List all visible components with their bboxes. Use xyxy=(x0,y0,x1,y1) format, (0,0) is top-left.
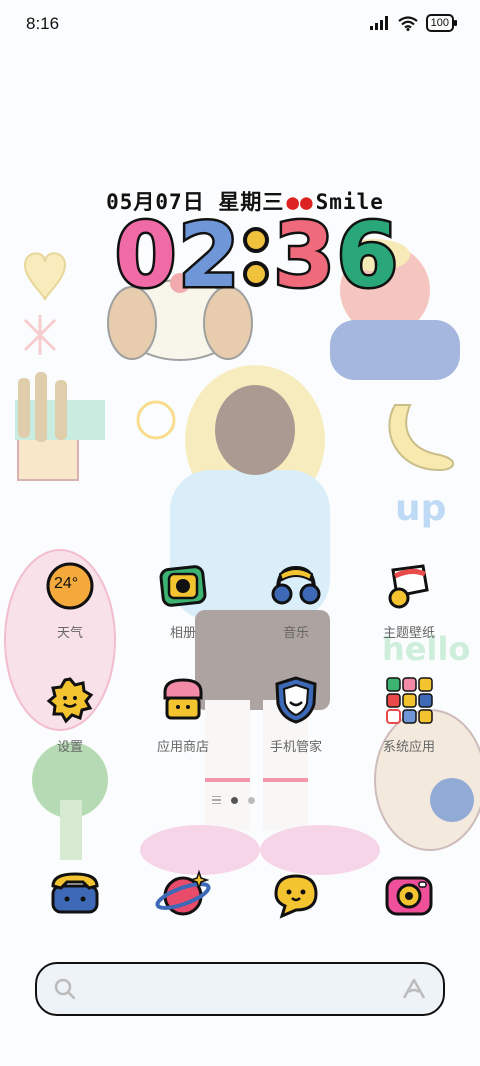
browser-icon xyxy=(155,866,211,922)
app-gallery[interactable]: 相册 xyxy=(128,560,238,641)
page-dot-active[interactable] xyxy=(231,796,238,804)
dock-phone[interactable] xyxy=(20,866,130,922)
dock-messages[interactable] xyxy=(241,866,351,922)
app-settings[interactable]: 设置 xyxy=(15,674,125,755)
gallery-icon xyxy=(157,560,209,612)
app-store[interactable]: 应用商店 xyxy=(128,674,238,755)
theme-icon xyxy=(383,560,435,612)
app-label: 天气 xyxy=(56,626,83,641)
dock-camera[interactable] xyxy=(354,866,464,922)
status-time: 8:16 xyxy=(26,14,60,33)
battery-indicator: 100 xyxy=(425,14,458,32)
page-indicator[interactable] xyxy=(212,796,255,804)
app-label: 相册 xyxy=(169,626,196,641)
settings-icon xyxy=(44,674,96,726)
app-folder-system[interactable]: 系统应用 xyxy=(354,674,464,755)
app-label: 应用商店 xyxy=(156,740,209,755)
app-store-icon xyxy=(157,674,209,726)
search-icon[interactable] xyxy=(53,977,77,1001)
app-label: 设置 xyxy=(56,740,83,755)
clock-colon xyxy=(243,226,270,287)
weather-temp: 24° xyxy=(54,575,79,592)
date-widget[interactable]: 05月07日 星期三●●Smile xyxy=(0,186,480,216)
wifi-icon xyxy=(397,15,418,31)
phone-icon xyxy=(47,866,103,922)
signal-icon xyxy=(369,16,388,30)
system-apps-folder-icon xyxy=(383,674,435,726)
clock-widget[interactable]: 0 2 3 6 xyxy=(112,203,400,307)
app-label: 手机管家 xyxy=(269,740,322,755)
ai-assistant-icon[interactable] xyxy=(401,977,427,1001)
clock-digit: 3 xyxy=(271,203,337,307)
clock-digit: 6 xyxy=(334,203,400,307)
app-weather[interactable]: 24° 天气 xyxy=(15,560,125,641)
music-icon xyxy=(270,560,322,612)
status-bar: 8:16 100 xyxy=(0,0,480,48)
app-music[interactable]: 音乐 xyxy=(241,560,351,641)
messages-icon xyxy=(268,866,324,922)
dock-browser[interactable] xyxy=(128,866,238,922)
svg-text:up: up xyxy=(395,488,446,529)
app-phone-manager[interactable]: 手机管家 xyxy=(241,674,351,755)
camera-icon xyxy=(381,866,437,922)
page-menu-icon[interactable] xyxy=(212,796,221,804)
app-label: 主题壁纸 xyxy=(382,626,435,641)
security-icon xyxy=(270,674,322,726)
search-bar[interactable] xyxy=(35,962,445,1016)
page-dot[interactable] xyxy=(248,796,255,804)
app-label: 音乐 xyxy=(282,626,309,641)
app-themes[interactable]: 主题壁纸 xyxy=(354,560,464,641)
weather-icon: 24° xyxy=(44,560,96,612)
clock-digit: 0 xyxy=(112,203,178,307)
app-label: 系统应用 xyxy=(382,740,435,755)
clock-digit: 2 xyxy=(176,203,242,307)
